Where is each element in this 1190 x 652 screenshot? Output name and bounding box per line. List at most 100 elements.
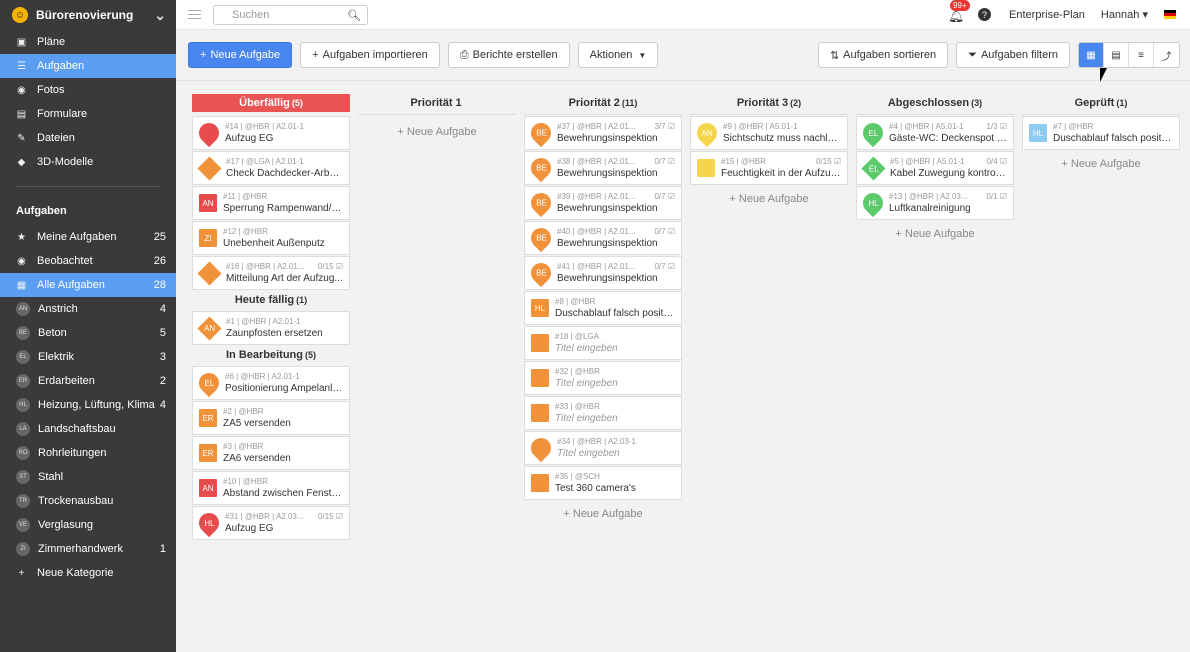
task-card[interactable]: #16 | @HBR | A2.01... 0/15 ☑ Mitteilung Ar… — [192, 256, 350, 290]
create-reports-button[interactable]: ⎙ Berichte erstellen — [447, 42, 570, 68]
task-card[interactable]: #34 | @HBR | A2.03-1 Titel eingeben — [524, 431, 682, 465]
card-body: #6 | @HBR | A2.01-1 Positionierung Ampela… — [225, 372, 349, 394]
card-meta: #16 | @HBR | A2.01... 0/15 ☑ — [226, 262, 343, 271]
card-meta-text: #34 | @HBR | A2.03-1 — [557, 437, 636, 446]
task-card[interactable]: AN #11 | @HBR Sperrung Rampenwand/T... — [192, 186, 350, 220]
board-view-icon[interactable]: ▦ — [1079, 43, 1104, 67]
sidebar-category-er[interactable]: ER Erdarbeiten 2 — [0, 369, 176, 393]
checklist-progress — [671, 472, 675, 481]
task-card[interactable]: HL #7 | @HBR Duschablauf falsch positio... — [1022, 116, 1180, 150]
sidebar-item-dateien[interactable]: ✎ Dateien — [0, 126, 176, 150]
task-card[interactable]: HL #13 | @HBR | A2.03... 0/1 ☑ Luftkanalrei… — [856, 186, 1014, 220]
task-card[interactable]: #15 | @HBR 0/15 ☑ Feuchtigkeit in der Aufz… — [690, 151, 848, 185]
task-card[interactable]: EL #4 | @HBR | A5.01-1 1/3 ☑ Gäste-WC: Deck… — [856, 116, 1014, 150]
calendar-view-icon[interactable]: ▤ — [1104, 43, 1129, 67]
task-card[interactable]: AN #1 | @HBR | A2.01-1 Zaunpfosten ersetze… — [192, 311, 350, 345]
sidebar-filter-alle-aufgaben[interactable]: ▦ Alle Aufgaben 28 — [0, 273, 176, 297]
search-icon[interactable]: 🔍︎ — [347, 9, 361, 22]
sidebar-item-pl-ne[interactable]: ▣ Pläne — [0, 30, 176, 54]
task-card[interactable]: #14 | @HBR | A2.01-1 Aufzug EG — [192, 116, 350, 150]
card-meta: #39 | @HBR | A2.01... 0/7 ☑ — [557, 192, 675, 201]
divider — [16, 186, 160, 187]
sidebar-filter-beobachtet[interactable]: ◉ Beobachtet 26 — [0, 249, 176, 273]
task-card[interactable]: HL #31 | @HBR | A2.03... 0/15 ☑ Aufzug EG — [192, 506, 350, 540]
sidebar-category-ro[interactable]: RO Rohrleitungen — [0, 441, 176, 465]
form-icon: ▤ — [16, 108, 27, 120]
sidebar-category-an[interactable]: AN Anstrich 4 — [0, 297, 176, 321]
task-card[interactable]: #18 | @LGA Titel eingeben — [524, 326, 682, 360]
search-input[interactable]: Suchen 🔍︎ — [213, 4, 368, 25]
category-badge: ST — [16, 470, 30, 484]
card-body: #13 | @HBR | A2.03... 0/1 ☑ Luftkanalreini… — [889, 192, 1013, 214]
help-icon[interactable]: ? — [978, 8, 992, 21]
sidebar-item-fotos[interactable]: ◉ Fotos — [0, 78, 176, 102]
category-badge: RO — [16, 446, 30, 460]
sidebar-category-la[interactable]: LA Landschaftsbau — [0, 417, 176, 441]
new-task-link[interactable]: + Neue Aufgabe — [856, 220, 1014, 248]
task-card[interactable]: ER #3 | @HBR ZA6 versenden — [192, 436, 350, 470]
task-card[interactable]: ER #2 | @HBR ZA5 versenden — [192, 401, 350, 435]
toolbar: + Neue Aufgabe + Aufgaben importieren ⎙ Ber… — [188, 42, 1180, 68]
new-task-button[interactable]: + Neue Aufgabe — [188, 42, 293, 68]
task-card[interactable]: ZI #12 | @HBR Unebenheit Außenputz — [192, 221, 350, 255]
task-marker-diamond-icon — [197, 155, 222, 181]
task-card[interactable]: AN #9 | @HBR | A5.01-1 Sichtschutz muss na… — [690, 116, 848, 150]
task-card[interactable]: BE #40 | @HBR | A2.01... 0/7 ☑ Bewehrungsin… — [524, 221, 682, 255]
sidebar-category-ve[interactable]: VE Verglasung — [0, 513, 176, 537]
sort-tasks-button[interactable]: ⇅ Aufgaben sortieren — [817, 42, 949, 68]
checklist-progress — [339, 372, 343, 381]
new-task-link[interactable]: + Neue Aufgabe — [524, 500, 682, 528]
import-tasks-button[interactable]: + Aufgaben importieren — [300, 42, 440, 68]
project-selector[interactable]: ☺ Bürorenovierung ⌄ — [0, 0, 176, 30]
filter-tasks-button[interactable]: ⏷ Aufgaben filtern — [956, 42, 1070, 68]
task-card[interactable]: #32 | @HBR Titel eingeben — [524, 361, 682, 395]
actions-dropdown[interactable]: Aktionen ▼ — [577, 42, 659, 68]
sidebar-category-hl[interactable]: HL Heizung, Lüftung, Klima 4 — [0, 393, 176, 417]
sidebar-item-3d-modelle[interactable]: ◆ 3D-Modelle — [0, 150, 176, 174]
plan-link[interactable]: Enterprise-Plan — [1009, 9, 1085, 21]
task-card[interactable]: #17 | @LGA | A2.01-1 Check Dachdecker-Arb… — [192, 151, 350, 185]
notifications-bell-icon[interactable]: 🔔︎ 99+ — [948, 0, 970, 23]
sidebar-item-formulare[interactable]: ▤ Formulare — [0, 102, 176, 126]
user-menu[interactable]: Hannah ▾ — [1101, 8, 1148, 21]
card-title: Unebenheit Außenputz — [223, 238, 325, 249]
task-marker-pin-icon — [526, 433, 556, 463]
task-card[interactable]: #35 | @SCH Test 360 camera's — [524, 466, 682, 500]
task-card[interactable]: EL #6 | @HBR | A2.01-1 Positionierung Ampe… — [192, 366, 350, 400]
task-marker-square-icon: ER — [199, 409, 217, 427]
task-card[interactable]: BE #37 | @HBR | A2.01... 3/7 ☑ Bewehrungsin… — [524, 116, 682, 150]
sidebar-category-zi[interactable]: ZI Zimmerhandwerk 1 — [0, 537, 176, 561]
new-task-link[interactable]: + Neue Aufgabe — [358, 118, 516, 146]
new-task-link[interactable]: + Neue Aufgabe — [690, 185, 848, 213]
task-marker-pin-icon: BE — [526, 153, 556, 183]
language-flag-icon[interactable] — [1164, 10, 1176, 19]
sidebar-category-st[interactable]: ST Stahl — [0, 465, 176, 489]
task-card[interactable]: #33 | @HBR Titel eingeben — [524, 396, 682, 430]
task-card[interactable]: BE #41 | @HBR | A2.01... 0/7 ☑ Bewehrungsin… — [524, 256, 682, 290]
checklist-progress — [837, 122, 841, 131]
task-marker-square-icon — [531, 334, 549, 352]
filter-label: Beobachtet — [37, 255, 93, 267]
card-title: Kabel Zuwegung kontrolli... — [890, 168, 1007, 179]
sidebar-category-el[interactable]: EL Elektrik 3 — [0, 345, 176, 369]
task-card[interactable]: BE #38 | @HBR | A2.01... 0/7 ☑ Bewehrungsin… — [524, 151, 682, 185]
chevron-down-icon[interactable]: ⌄ — [154, 7, 166, 24]
task-card[interactable]: AN #10 | @HBR Abstand zwischen Fenste... — [192, 471, 350, 505]
sidebar-category-tr[interactable]: TR Trockenausbau — [0, 489, 176, 513]
category-label: Zimmerhandwerk — [38, 543, 123, 555]
card-title: Duschablauf falsch positio... — [555, 308, 675, 319]
mouse-cursor-icon — [1100, 68, 1107, 82]
task-card[interactable]: BE #39 | @HBR | A2.01... 0/7 ☑ Bewehrungsin… — [524, 186, 682, 220]
checklist-progress — [671, 437, 675, 446]
task-card[interactable]: EL #5 | @HBR | A5.01-1 0/4 ☑ Kabel Zuwegung… — [856, 151, 1014, 185]
card-meta-text: #10 | @HBR — [223, 477, 268, 486]
sidebar-filter-meine-aufgaben[interactable]: ★ Meine Aufgaben 25 — [0, 225, 176, 249]
hamburger-menu-icon[interactable] — [188, 10, 201, 19]
new-task-link[interactable]: + Neue Aufgabe — [1022, 150, 1180, 178]
gantt-view-icon[interactable]: ≡ — [1129, 43, 1154, 67]
sidebar-category-be[interactable]: BE Beton 5 — [0, 321, 176, 345]
new-category-button[interactable]: + Neue Kategorie — [0, 561, 176, 585]
chart-view-icon[interactable]: ⤴ — [1154, 43, 1179, 67]
sidebar-item-aufgaben[interactable]: ☰ Aufgaben — [0, 54, 176, 78]
task-card[interactable]: HL #8 | @HBR Duschablauf falsch positio... — [524, 291, 682, 325]
